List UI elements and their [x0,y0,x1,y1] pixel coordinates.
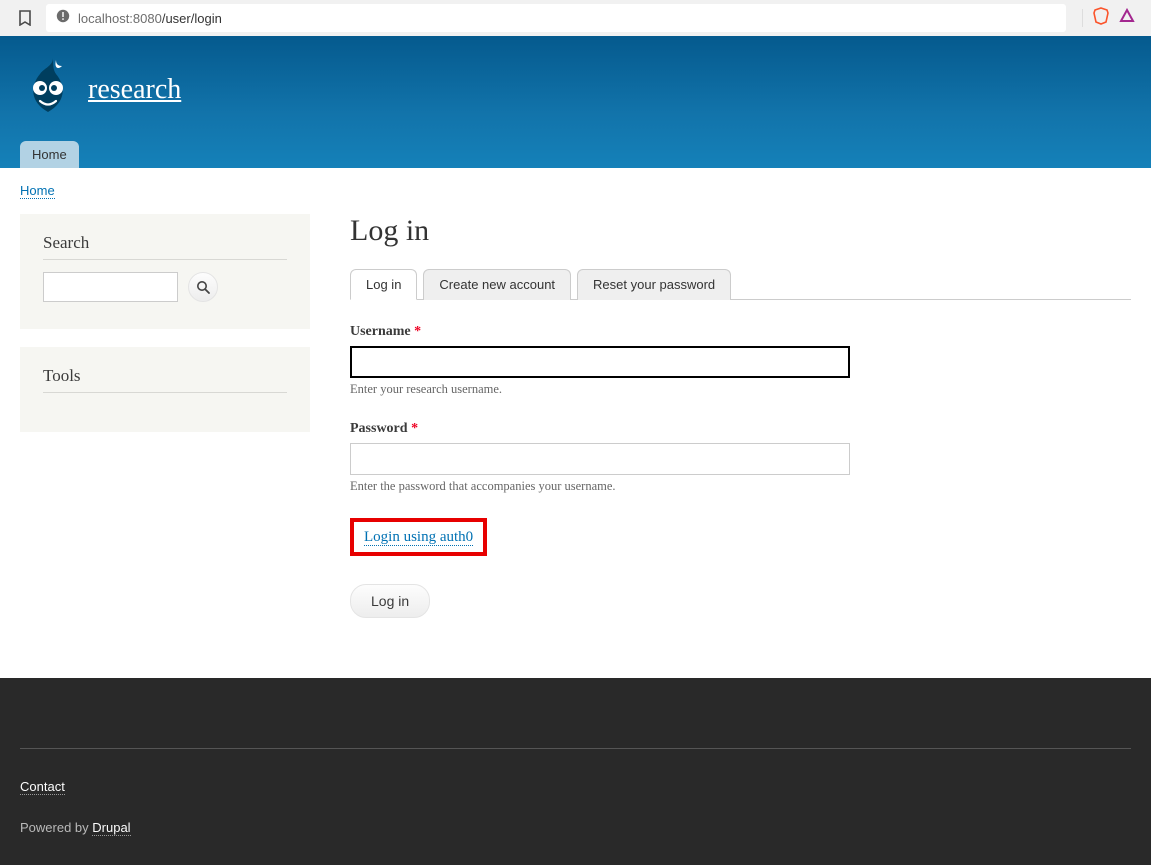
brave-shield-icon[interactable] [1093,7,1109,30]
tools-title: Tools [43,366,287,393]
nav-home[interactable]: Home [20,141,79,168]
search-input[interactable] [43,272,178,302]
password-input[interactable] [350,443,850,475]
password-field-wrapper: Password * Enter the password that accom… [350,419,1131,494]
breadcrumb: Home [0,168,1151,214]
brave-rewards-icon[interactable] [1119,8,1135,29]
required-mark: * [414,324,421,339]
username-input[interactable] [350,346,850,378]
url-path: /user/login [162,11,222,26]
login-submit-button[interactable]: Log in [350,584,430,618]
login-tabs: Log in Create new account Reset your pas… [350,268,1131,300]
browser-chrome: localhost:8080/user/login [0,0,1151,36]
drupal-logo-icon [20,56,76,123]
tab-create-account[interactable]: Create new account [423,269,571,300]
site-branding: research [20,56,1131,123]
url-host: localhost:8080 [78,11,162,26]
address-bar[interactable]: localhost:8080/user/login [46,4,1066,32]
powered-by: Powered by Drupal [20,820,1131,835]
login-auth0-link[interactable]: Login using auth0 [364,529,473,546]
site-footer: Contact Powered by Drupal [0,678,1151,865]
search-block: Search [20,214,310,329]
footer-contact-link[interactable]: Contact [20,779,65,795]
drupal-link[interactable]: Drupal [92,820,130,836]
site-name[interactable]: research [88,74,181,106]
tab-reset-password[interactable]: Reset your password [577,269,731,300]
search-button[interactable] [188,272,218,302]
divider [1082,9,1083,27]
breadcrumb-home[interactable]: Home [20,183,55,199]
password-label: Password * [350,421,418,436]
sidebar: Search Tools [20,214,310,618]
browser-extensions [1072,7,1141,30]
primary-nav: Home [20,141,1131,168]
auth0-highlight-box: Login using auth0 [350,518,487,556]
tab-login[interactable]: Log in [350,269,417,300]
bookmark-icon[interactable] [10,10,40,26]
search-title: Search [43,233,287,260]
main-content: Log in Log in Create new account Reset y… [350,214,1131,618]
page-title: Log in [350,214,1131,248]
site-header: research Home [0,36,1151,168]
insecure-icon [56,9,70,27]
username-field-wrapper: Username * Enter your research username. [350,322,1131,397]
username-label: Username * [350,324,421,339]
tools-block: Tools [20,347,310,432]
search-icon [196,280,211,295]
username-description: Enter your research username. [350,382,1131,397]
footer-divider [20,748,1131,749]
required-mark: * [411,421,418,436]
password-description: Enter the password that accompanies your… [350,479,1131,494]
